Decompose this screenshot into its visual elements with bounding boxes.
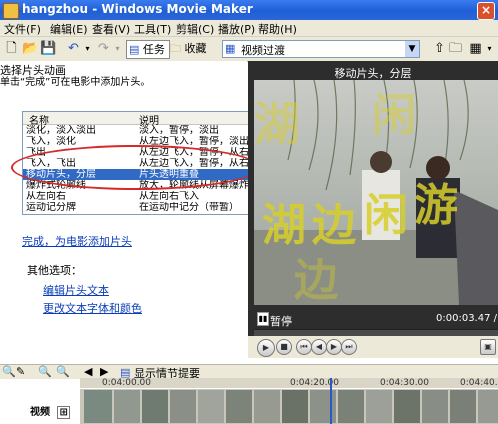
clip-thumbnail[interactable] (422, 390, 448, 423)
zoom-out-timeline-icon[interactable]: 🔍 (56, 365, 70, 378)
collections-button[interactable]: 🗀 收藏 (170, 40, 207, 57)
pause-status-icon: ▮▮ (257, 312, 269, 326)
undo-dropdown-icon[interactable]: ▾ (80, 41, 95, 56)
clip-thumbnail[interactable] (450, 390, 476, 423)
menu-clip[interactable]: 剪辑(C) (176, 21, 214, 37)
red-highlight-ellipse (11, 145, 260, 190)
overlay-char: 边 (312, 200, 356, 251)
previous-frame-icon[interactable]: ⏮ (296, 339, 312, 355)
clip-thumbnail[interactable] (478, 390, 498, 423)
chevron-down-icon[interactable]: ▼ (405, 41, 419, 57)
narrate-icon[interactable]: ✎ (16, 365, 25, 378)
clip-thumbnail[interactable] (310, 390, 336, 423)
rewind-icon[interactable]: ◀ (311, 339, 327, 355)
collection-icon: ▦ (225, 42, 236, 55)
clip-thumbnail[interactable] (366, 390, 392, 423)
clip-thumbnail[interactable] (226, 390, 252, 423)
views-icon[interactable]: ▦ (468, 41, 483, 56)
clip-thumbnail[interactable] (198, 390, 224, 423)
clip-thumbnail[interactable] (142, 390, 168, 423)
seek-bar[interactable] (254, 329, 498, 336)
open-project-icon[interactable]: 📂 (22, 41, 38, 56)
playback-status: 暂停 (270, 315, 292, 328)
time-readout: 0:00:03.47 / 0 (436, 313, 498, 324)
clip-thumbnail[interactable] (170, 390, 196, 423)
overlay-char: 闲 (372, 90, 416, 141)
collection-value: 视频过渡 (241, 44, 285, 57)
views-dropdown-icon[interactable]: ▾ (482, 41, 497, 56)
menu-edit[interactable]: 编辑(E) (50, 21, 88, 37)
clip-thumbnail[interactable] (84, 390, 112, 423)
ruler-tick: 0:04:00.00 (102, 378, 152, 388)
undo-icon[interactable]: ↶ (66, 41, 81, 56)
save-icon[interactable]: 💾 (40, 41, 56, 56)
overlay-char: 游 (414, 180, 458, 231)
stop-icon[interactable]: ■ (276, 339, 292, 355)
toolbar: 🗋 📂 💾 ↶ ▾ ↷ ▾ ▤ 任务 🗀 收藏 ▦ 视频过渡 ▼ ⇧ 🗀 ▦ ▾ (0, 37, 498, 62)
tasks-icon: ▤ (129, 43, 140, 56)
video-track[interactable] (80, 389, 498, 424)
collections-dropdown[interactable]: ▦ 视频过渡 ▼ (222, 40, 420, 58)
ruler-tick: 0:04:40.00 (460, 378, 498, 388)
title-bar: hangzhou - Windows Movie Maker × (0, 0, 498, 20)
preview-image: 湖 闲 湖 边 闲 游 边 (254, 80, 498, 305)
list-item[interactable]: 从左向右 从左向右飞入 (23, 191, 248, 202)
menu-view[interactable]: 查看(V) (92, 21, 130, 37)
timeline-playhead[interactable] (330, 378, 332, 424)
tasks-button[interactable]: ▤ 任务 (126, 40, 170, 59)
timeline-toolbar: 🔍 ✎ 🔍 🔍 ◀ ▶ ▤ (0, 364, 498, 379)
menu-tools[interactable]: 工具(T) (134, 21, 171, 37)
clip-thumbnail[interactable] (282, 390, 308, 423)
next-frame-icon[interactable]: ⏭ (341, 339, 357, 355)
list-header: 名称 说明 (23, 112, 248, 127)
redo-dropdown-icon[interactable]: ▾ (110, 41, 125, 56)
window-title: hangzhou - Windows Movie Maker (22, 2, 253, 16)
clip-thumbnail[interactable] (114, 390, 140, 423)
timeline-ruler[interactable]: 0:04:00.00 0:04:20.00 0:04:30.00 0:04:40… (80, 378, 498, 388)
redo-icon[interactable]: ↷ (96, 41, 111, 56)
change-font-color-link[interactable]: 更改文本字体和颜色 (43, 300, 142, 316)
clip-thumbnail[interactable] (394, 390, 420, 423)
overlay-char: 湖 (254, 97, 300, 151)
zoom-in-icon[interactable]: 🔍 (38, 365, 52, 378)
fast-forward-icon[interactable]: ▶ (326, 339, 342, 355)
new-project-icon[interactable]: 🗋 (4, 41, 19, 56)
menu-help[interactable]: 帮助(H) (258, 21, 297, 37)
overlay-char: 边 (294, 255, 338, 305)
play-icon[interactable]: ▶ (257, 339, 275, 357)
more-options-label: 其他选项： (27, 264, 82, 277)
menu-file[interactable]: 文件(F) (4, 21, 41, 37)
menu-bar: 文件(F) 编辑(E) 查看(V) 工具(T) 剪辑(C) 播放(P) 帮助(H… (0, 20, 498, 37)
playback-controls: ▶ ■ ⏮ ◀ ▶ ⏭ ▣ (248, 336, 498, 358)
ruler-tick: 0:04:30.00 (380, 378, 430, 388)
play-timeline-icon[interactable]: ▶ (100, 365, 108, 378)
folder-icon: 🗀 (170, 42, 181, 55)
overlay-char: 湖 (262, 200, 306, 251)
list-item[interactable]: 淡化，淡入淡出 淡入，暂停，淡出 (23, 125, 248, 136)
zoom-out-icon[interactable]: 🔍 (2, 365, 16, 378)
clip-thumbnail[interactable] (338, 390, 364, 423)
list-item[interactable]: 运动记分牌 在运动中记分（带暂） (23, 202, 248, 213)
video-track-label: 视频 ⊞ (30, 406, 70, 419)
rewind-timeline-icon[interactable]: ◀ (84, 365, 92, 378)
clip-thumbnail[interactable] (254, 390, 280, 423)
monitor-title: 移动片头，分层 (334, 67, 412, 80)
fullscreen-icon[interactable]: ▣ (480, 339, 496, 355)
expand-track-icon[interactable]: ⊞ (57, 406, 70, 419)
edit-title-text-link[interactable]: 编辑片头文本 (43, 282, 109, 298)
menu-play[interactable]: 播放(P) (218, 21, 255, 37)
overlay-char: 闲 (364, 190, 408, 241)
close-button[interactable]: × (477, 2, 495, 20)
pane-subtitle: 单击“完成”可在电影中添加片头。 (0, 77, 151, 88)
done-add-title-link[interactable]: 完成，为电影添加片头 (22, 233, 132, 249)
video-preview-frame[interactable]: 湖 闲 湖 边 闲 游 边 (254, 80, 498, 305)
up-folder-icon[interactable]: ⇧ (432, 41, 447, 56)
movie-maker-app-icon (3, 3, 19, 19)
new-folder-icon[interactable]: 🗀 (448, 41, 463, 56)
